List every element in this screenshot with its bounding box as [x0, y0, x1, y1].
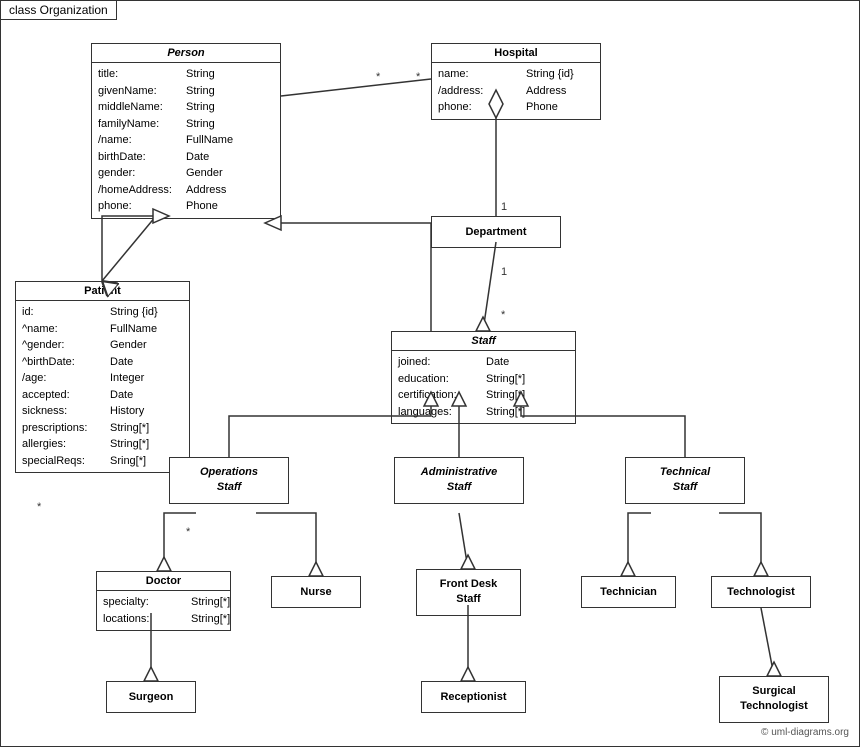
- person-title: Person: [92, 44, 280, 63]
- technician-title: Technician: [582, 583, 675, 601]
- copyright: © uml-diagrams.org: [761, 727, 849, 738]
- nurse-box: Nurse: [271, 576, 361, 608]
- administrative-staff-box: AdministrativeStaff: [394, 457, 524, 504]
- technical-staff-box: TechnicalStaff: [625, 457, 745, 504]
- staff-attrs: joined:Date education:String[*] certific…: [392, 351, 575, 423]
- surgical-technologist-box: SurgicalTechnologist: [719, 676, 829, 723]
- nurse-title: Nurse: [272, 583, 360, 601]
- front-desk-staff-title: Front DeskStaff: [417, 574, 520, 611]
- technologist-box: Technologist: [711, 576, 811, 608]
- staff-box: Staff joined:Date education:String[*] ce…: [391, 331, 576, 424]
- operations-staff-box: OperationsStaff: [169, 457, 289, 504]
- hospital-attrs: name:String {id} /address:Address phone:…: [432, 63, 600, 119]
- mult-1-hospital-dept: 1: [501, 201, 507, 213]
- mult-star-dept-staff: *: [501, 309, 505, 321]
- surgeon-title: Surgeon: [107, 688, 195, 706]
- patient-box: Patient id:String {id} ^name:FullName ^g…: [15, 281, 190, 473]
- person-attrs: title:String givenName:String middleName…: [92, 63, 280, 218]
- hospital-title: Hospital: [432, 44, 600, 63]
- mult-star-hospital-right: *: [416, 71, 420, 83]
- receptionist-title: Receptionist: [422, 688, 525, 706]
- diagram-title: class Organization: [1, 1, 117, 20]
- mult-1-dept-above: 1: [501, 266, 507, 278]
- doctor-attrs: specialty:String[*] locations:String[*]: [97, 591, 230, 630]
- mult-star-person-hospital: *: [376, 71, 380, 83]
- technical-staff-title: TechnicalStaff: [626, 462, 744, 499]
- staff-title: Staff: [392, 332, 575, 351]
- department-title: Department: [432, 223, 560, 241]
- doctor-box: Doctor specialty:String[*] locations:Str…: [96, 571, 231, 631]
- person-box: Person title:String givenName:String mid…: [91, 43, 281, 219]
- mult-star-ops: *: [186, 526, 190, 538]
- technologist-title: Technologist: [712, 583, 810, 601]
- doctor-title: Doctor: [97, 572, 230, 591]
- surgical-technologist-title: SurgicalTechnologist: [720, 681, 828, 718]
- surgeon-box: Surgeon: [106, 681, 196, 713]
- receptionist-box: Receptionist: [421, 681, 526, 713]
- hospital-box: Hospital name:String {id} /address:Addre…: [431, 43, 601, 120]
- patient-title: Patient: [16, 282, 189, 301]
- front-desk-staff-box: Front DeskStaff: [416, 569, 521, 616]
- diagram-container: class Organization Person title:String g…: [0, 0, 860, 747]
- mult-star-patient: *: [37, 501, 41, 513]
- technician-box: Technician: [581, 576, 676, 608]
- operations-staff-title: OperationsStaff: [170, 462, 288, 499]
- administrative-staff-title: AdministrativeStaff: [395, 462, 523, 499]
- patient-attrs: id:String {id} ^name:FullName ^gender:Ge…: [16, 301, 189, 472]
- department-box: Department: [431, 216, 561, 248]
